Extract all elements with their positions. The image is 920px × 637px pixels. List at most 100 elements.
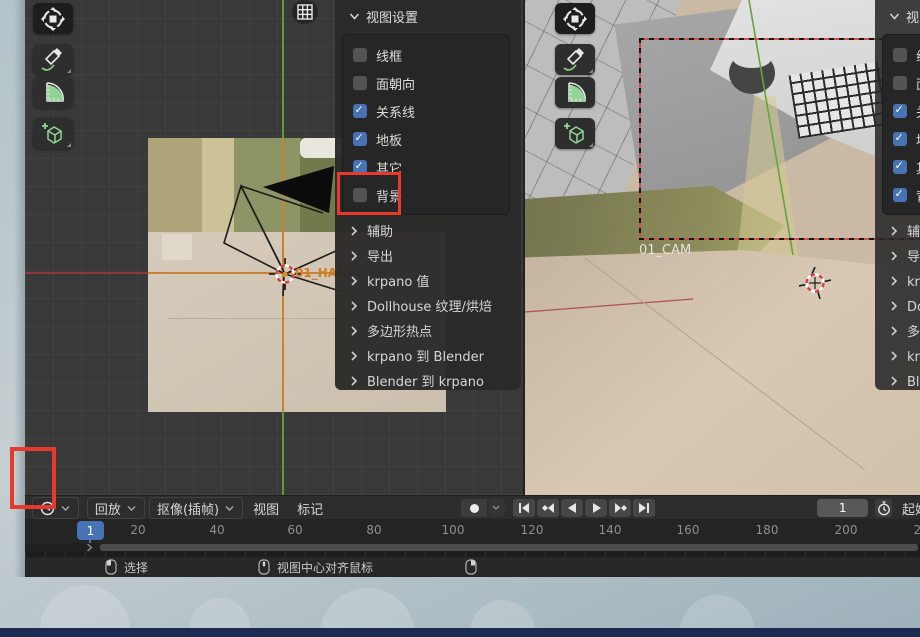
section-row[interactable]: 导出 [889,243,920,268]
keying-menu[interactable]: 抠像(插帧) [149,497,243,519]
section-label: Blender 到 krpano [367,371,484,390]
section-row[interactable]: Dollhouse 纹理/烘焙 [349,293,492,318]
section-row[interactable]: 辅助 [349,218,492,243]
grid-gizmo[interactable] [292,0,318,24]
checkbox-row[interactable]: 面朝向 [893,69,920,97]
checkbox[interactable] [353,104,367,118]
checkbox-row[interactable]: 其它 [893,153,920,181]
section-row[interactable]: Blender 到 krpano [349,368,492,393]
checkbox-row[interactable]: 关系线 [353,97,499,125]
annotate-pencil-icon [40,48,66,72]
checkbox-row[interactable]: 线框 [893,41,920,69]
expand-chevron-icon [889,301,899,311]
ruler-tick: 100 [442,523,465,537]
checkbox[interactable] [893,132,907,146]
auto-keying-button[interactable] [461,499,487,517]
ruler-tick: 60 [287,523,302,537]
current-frame-badge[interactable]: 1 [77,521,104,540]
expand-chevron-icon [349,276,359,286]
measure-tool-button[interactable] [555,77,595,108]
checkbox[interactable] [893,160,907,174]
checkbox-row[interactable]: 地板 [353,125,499,153]
expand-chevron-icon [349,251,359,261]
collapsed-sections: 辅助 导出 krpano 值 Dollhouse 纹理/烘焙 多边形热点 krp… [349,218,492,393]
timeline-ruler[interactable]: 1 20 40 60 80 100 120 140 160 180 200 22… [25,519,920,543]
current-frame-field[interactable]: 1 [817,499,868,517]
timeline-scroll-area[interactable] [25,543,920,552]
panel-title: 视图设置 [366,7,418,26]
camera-name-label: 01_CAM [639,243,691,258]
stopwatch-icon [877,501,891,516]
checkbox[interactable] [353,48,367,62]
checkbox[interactable] [893,76,907,90]
frame-field-value: 1 [839,501,847,515]
keying-menu-label: 抠像(插帧) [157,499,219,518]
add-cube-tool-button[interactable] [33,118,73,149]
section-label: 辅助 [367,221,393,240]
jump-to-end-button[interactable] [633,499,655,517]
checkbox-label: 线框 [916,46,920,65]
marker-menu[interactable]: 标记 [297,499,323,518]
section-row[interactable]: krpano 值 [889,268,920,293]
checkbox-row[interactable]: 线框 [353,41,499,69]
section-row[interactable]: Blender 到 krpano [889,368,920,390]
section-row[interactable]: 辅助 [889,218,920,243]
playback-menu[interactable]: 回放 [87,497,145,519]
checkbox[interactable] [893,188,907,202]
timeline-scrollbar[interactable] [100,544,918,551]
use-preview-range-button[interactable] [875,499,892,517]
add-cube-tool-button[interactable] [555,118,595,149]
next-keyframe-icon [614,503,627,513]
collapsed-sections: 辅助 导出 krpano 值 Dollhouse 纹理/烘焙 多边形热点 krp… [889,218,920,390]
checkbox-label: 其它 [916,158,920,177]
prev-keyframe-button[interactable] [537,499,559,517]
section-row[interactable]: krpano 到 Blender [889,343,920,368]
panel-header[interactable]: 视图设置 [349,7,418,26]
section-label: 导出 [907,246,920,265]
move-tool-button[interactable] [555,3,595,34]
checkbox-row[interactable]: 面朝向 [353,69,499,97]
status-center-view-label: 视图中心对齐鼠标 [277,559,373,576]
view-menu[interactable]: 视图 [253,499,279,518]
play-reverse-icon [568,503,577,513]
section-row[interactable]: 多边形热点 [889,318,920,343]
checkbox[interactable] [893,104,907,118]
measure-tool-button[interactable] [33,77,73,108]
checkbox[interactable] [353,76,367,90]
start-label-text: 起始 [902,499,920,518]
checkbox-row[interactable]: 关系线 [893,97,920,125]
section-row[interactable]: 多边形热点 [349,318,492,343]
checkbox-row[interactable]: 背景 [893,181,920,209]
taskbar[interactable] [0,628,920,637]
play-reverse-button[interactable] [561,499,583,517]
expand-chevron-icon [889,276,899,286]
expand-chevron-icon [349,301,359,311]
jump-to-start-button[interactable] [513,499,535,517]
play-button[interactable] [585,499,607,517]
section-row[interactable]: krpano 值 [349,268,492,293]
3d-cursor[interactable] [799,267,831,299]
checkbox[interactable] [353,132,367,146]
measure-protractor-icon [563,81,587,105]
move-tool-button[interactable] [33,3,73,34]
annotate-tool-button[interactable] [33,44,73,75]
panel-header[interactable]: 视图设置 [889,7,920,26]
ruler-tick: 200 [835,523,858,537]
section-row[interactable]: Dollhouse 纹理/烘焙 [889,293,920,318]
view-settings-panel-right: 视图设置 线框 面朝向 关系线 地板 其它 背景 辅助 导出 krpano 值 … [875,0,920,390]
next-keyframe-button[interactable] [609,499,631,517]
annotate-tool-button[interactable] [555,44,595,75]
measure-protractor-icon [41,81,65,105]
ruler-tick: 80 [366,523,381,537]
checkbox-row[interactable]: 地板 [893,125,920,153]
section-row[interactable]: krpano 到 Blender [349,343,492,368]
viewport-right[interactable]: 01_CAM [523,0,920,495]
checkbox[interactable] [893,48,907,62]
checkbox-label: 背景 [916,186,920,205]
section-row[interactable]: 导出 [349,243,492,268]
auto-keying-options[interactable] [489,499,505,517]
region-expand-chevron-icon[interactable] [85,543,94,552]
playback-menu-label: 回放 [95,499,121,518]
chevron-down-icon [61,505,71,512]
record-dot-icon [470,504,479,513]
